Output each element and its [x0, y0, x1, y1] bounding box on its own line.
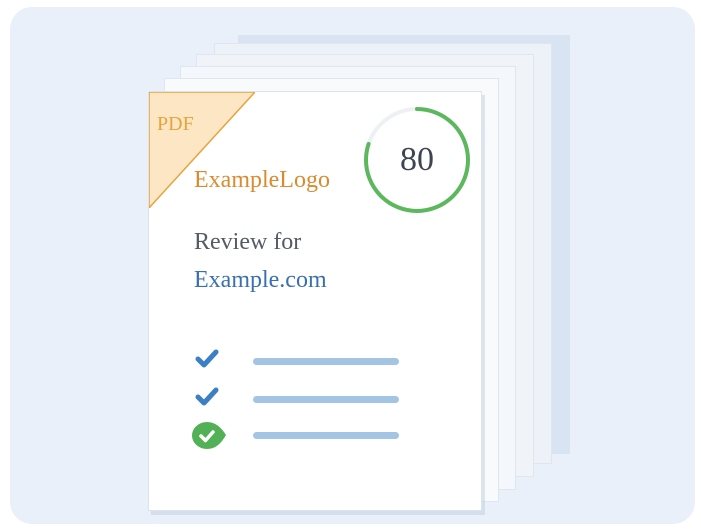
checkmark-icon [195, 349, 219, 368]
company-logo-text: ExampleLogo [194, 167, 330, 193]
pdf-report-card: PDF ExampleLogo 80 Review for Example.co… [148, 91, 482, 511]
score-value: 80 [400, 141, 434, 178]
review-site-name: Example.com [194, 267, 327, 293]
checklist-row-2 [189, 383, 459, 411]
checkmark-icon [195, 387, 219, 406]
check-badge-icon [192, 422, 226, 449]
placeholder-line [253, 432, 399, 439]
score-gauge: 80 [361, 104, 473, 216]
checklist-row-1 [189, 345, 459, 373]
placeholder-line [253, 358, 399, 365]
checklist-row-3 [189, 422, 459, 450]
placeholder-line [253, 396, 399, 403]
review-title-prefix: Review for [194, 229, 302, 255]
pdf-badge-label: PDF [157, 113, 194, 135]
